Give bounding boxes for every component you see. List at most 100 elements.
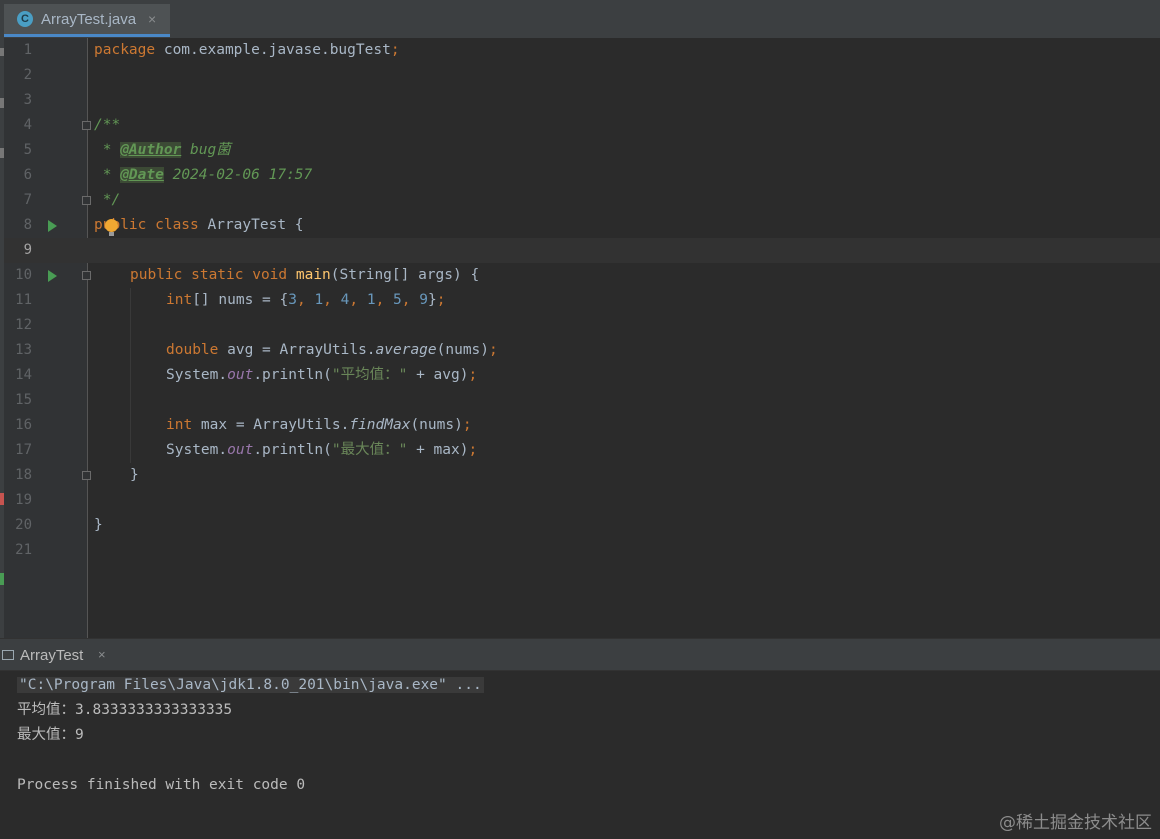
close-icon[interactable]: ×: [98, 647, 106, 662]
semicolon: ;: [462, 417, 472, 433]
line-number: 19: [15, 492, 32, 508]
run-class-icon[interactable]: [48, 220, 57, 232]
tab-arraytest-java[interactable]: C ArrayTest.java ×: [4, 4, 170, 37]
intention-bulb-icon[interactable]: [105, 219, 118, 236]
comma: ,: [349, 292, 367, 308]
code-text: + avg): [407, 367, 469, 383]
line-number: 16: [15, 417, 32, 433]
semicolon: ;: [436, 292, 446, 308]
semicolon: ;: [468, 442, 478, 458]
code-line: double avg = ArrayUtils.average(nums);: [166, 338, 498, 363]
line-number: 3: [23, 92, 32, 108]
code-text: (nums): [410, 417, 463, 433]
line-number: 4: [23, 117, 32, 133]
semicolon: ;: [468, 367, 478, 383]
run-tab-arraytest[interactable]: ArrayTest: [20, 647, 83, 664]
line-number: 12: [15, 317, 32, 333]
line-number-active: 9: [23, 242, 32, 258]
doc-comment: *: [94, 142, 121, 158]
fold-icon[interactable]: [82, 471, 91, 480]
line-number: 5: [23, 142, 32, 158]
console-icon: [2, 650, 14, 660]
line-number: 8: [23, 217, 32, 233]
code-line: */: [94, 188, 120, 213]
number: 3: [288, 292, 297, 308]
line-number: 14: [15, 367, 32, 383]
editor-tab-bar: C ArrayTest.java ×: [0, 0, 1160, 39]
console-command-line[interactable]: "C:\Program Files\Java\jdk1.8.0_201\bin\…: [17, 673, 484, 698]
doc-tag: @Date: [120, 167, 164, 183]
code-text: System.: [166, 442, 228, 458]
line-number: 10: [15, 267, 32, 283]
number: 9: [419, 292, 428, 308]
java-class-icon: C: [17, 11, 33, 27]
comma: ,: [375, 292, 394, 308]
comma: ,: [401, 292, 420, 308]
code-line: }: [94, 513, 103, 538]
code-line: package com.example.javase.bugTest;: [94, 38, 400, 63]
method-name: main: [287, 267, 331, 283]
console-exit-line: Process finished with exit code 0: [17, 777, 306, 793]
code-line: }: [130, 463, 139, 488]
line-number: 7: [23, 192, 32, 208]
line-number: 21: [15, 542, 32, 558]
code-text: .println(: [253, 367, 332, 383]
keyword: package: [94, 42, 156, 58]
java-command[interactable]: "C:\Program Files\Java\jdk1.8.0_201\bin\…: [17, 677, 484, 693]
line-number: 6: [23, 167, 32, 183]
tab-label: ArrayTest.java: [41, 10, 137, 28]
code-text: + max): [407, 442, 469, 458]
static-field: out: [227, 367, 254, 383]
line-number: 20: [15, 517, 32, 533]
run-tool-window-header: ArrayTest ×: [0, 638, 1160, 671]
doc-comment: 2024-02-06 17:57: [163, 167, 313, 183]
code-line: int[] nums = {3, 1, 4, 1, 5, 9};: [166, 288, 445, 313]
line-number: 1: [23, 42, 32, 58]
code-text: }: [427, 292, 437, 308]
doc-comment: *: [94, 167, 121, 183]
run-main-icon[interactable]: [48, 270, 57, 282]
console-output-line: 最大值：9: [17, 727, 84, 743]
closing-brace: }: [130, 467, 139, 483]
code-line: public static void main(String[] args) {: [130, 263, 479, 288]
closing-brace: }: [94, 517, 103, 533]
number: 1: [314, 292, 324, 308]
watermark: @稀土掘金技术社区: [999, 813, 1152, 833]
doc-comment: bug菌: [181, 142, 231, 158]
number: 1: [366, 292, 376, 308]
indent-guide: [130, 288, 131, 463]
line-number: 13: [15, 342, 32, 358]
code-line: int max = ArrayUtils.findMax(nums);: [166, 413, 472, 438]
code-text: (String[] args) {: [330, 267, 480, 283]
semicolon: ;: [489, 342, 498, 358]
code-text: System.: [166, 367, 228, 383]
static-field: out: [227, 442, 254, 458]
code-text: com.example.javase.bugTest: [155, 42, 391, 58]
comma: ,: [323, 292, 341, 308]
line-number: 18: [15, 467, 32, 483]
keyword: int: [166, 417, 193, 433]
doc-comment: /**: [94, 117, 121, 133]
code-text: avg = ArrayUtils.: [218, 342, 376, 358]
code-text: max = ArrayUtils.: [192, 417, 350, 433]
number: 5: [393, 292, 402, 308]
close-icon[interactable]: ×: [148, 11, 156, 27]
code-text: ArrayTest {: [198, 217, 304, 233]
code-line: System.out.println("平均值：" + avg);: [166, 363, 477, 388]
line-number: 17: [15, 442, 32, 458]
fold-icon[interactable]: [82, 121, 91, 130]
code-line: * @Author bug菌: [94, 138, 231, 163]
string-literal: "最大值：": [331, 442, 408, 458]
code-text: (nums): [436, 342, 490, 358]
keyword: double: [166, 342, 219, 358]
static-method: average: [375, 342, 437, 358]
code-line: System.out.println("最大值：" + max);: [166, 438, 477, 463]
console-output-line: 平均值：3.8333333333333335: [17, 702, 233, 718]
code-line: public class ArrayTest {: [94, 213, 304, 238]
doc-comment: */: [94, 192, 121, 208]
fold-icon[interactable]: [82, 196, 91, 205]
line-number: 15: [15, 392, 32, 408]
doc-tag: @Author: [120, 142, 182, 158]
string-literal: "平均值：": [331, 367, 408, 383]
fold-icon[interactable]: [82, 271, 91, 280]
